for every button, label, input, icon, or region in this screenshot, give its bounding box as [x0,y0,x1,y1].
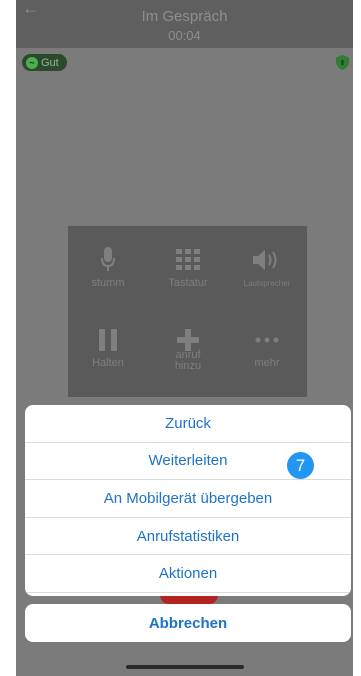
speaker-button[interactable]: Lautsprecher [227,246,307,289]
end-call-button[interactable] [160,595,218,604]
signal-quality-icon: ~ [26,56,38,69]
step-number-badge: 7 [287,452,314,479]
speaker-label: Lautsprecher [243,279,291,288]
hold-label: Halten [92,357,124,369]
more-dots-icon [227,326,307,354]
action-actions[interactable]: Aktionen [25,555,351,593]
action-sheet: Zurück Weiterleiten An Mobilgerät überge… [25,405,351,596]
keypad-label: Tastatur [168,277,208,289]
call-quality-badge[interactable]: ~ Gut [22,54,67,71]
security-shield-icon[interactable] [336,55,349,70]
more-button[interactable]: mehr [227,326,307,369]
keypad-button[interactable]: Tastatur [148,246,228,289]
add-call-button[interactable]: anruf hinzu [148,326,228,372]
microphone-icon [68,246,148,274]
call-header: ← Im Gespräch 00:04 [16,0,353,48]
more-label: mehr [254,357,280,369]
cancel-button[interactable]: Abbrechen [25,604,351,642]
speaker-icon [227,246,307,274]
call-quality-label: Gut [41,56,59,69]
action-handover-mobile[interactable]: An Mobilgerät übergeben [25,480,351,518]
mute-button[interactable]: stumm [68,246,148,289]
in-call-controls: stumm Tastatur Lautsprecher Halten anruf… [68,226,307,397]
pause-icon [68,326,148,354]
hold-button[interactable]: Halten [68,326,148,369]
add-call-label: anruf hinzu [174,349,202,372]
call-timer: 00:04 [168,28,201,43]
mute-label: stumm [91,277,125,289]
action-back[interactable]: Zurück [25,405,351,443]
keypad-icon [148,246,228,274]
action-call-statistics[interactable]: Anrufstatistiken [25,518,351,556]
home-indicator[interactable] [126,665,244,669]
call-status-title: Im Gespräch [141,8,228,25]
phone-screen: ← Im Gespräch 00:04 ~ Gut stumm Tastatur [16,0,353,676]
